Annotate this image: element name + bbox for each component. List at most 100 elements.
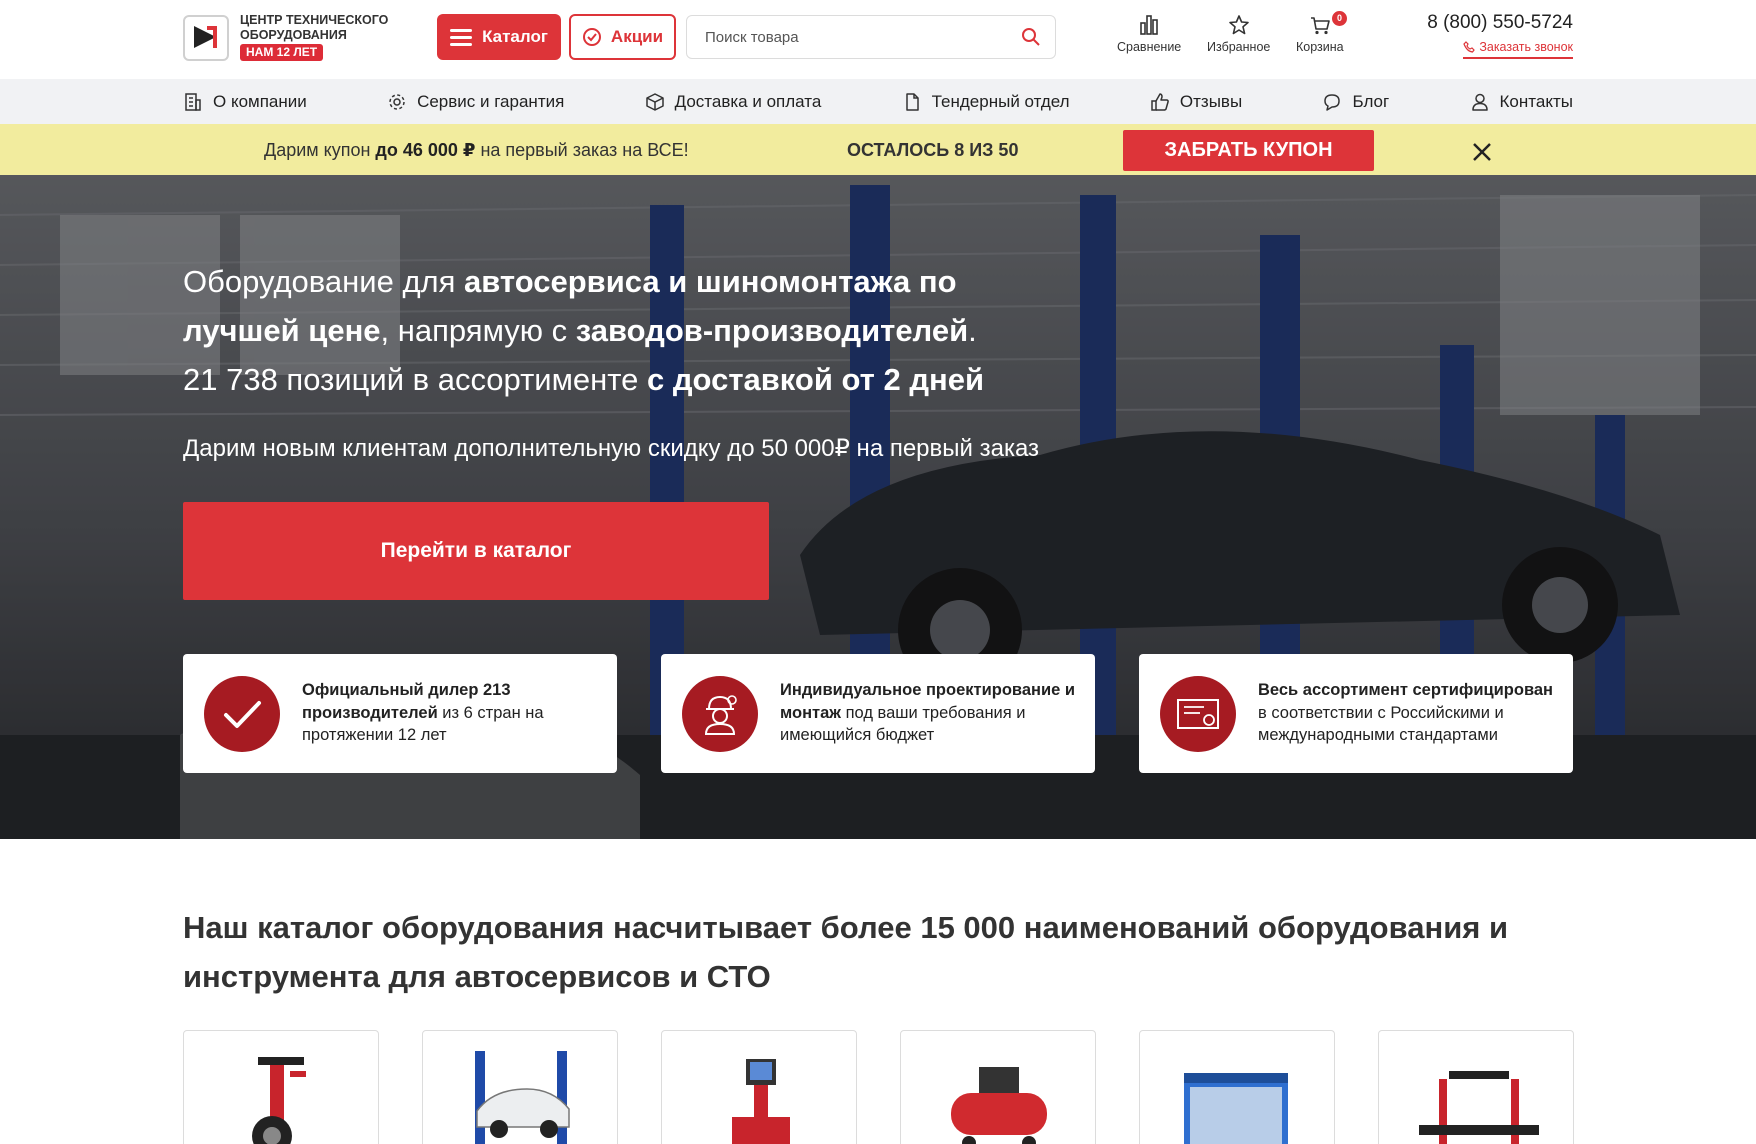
feature-card-dealer: Официальный дилер 213 производителей из …	[183, 654, 617, 773]
logo[interactable]	[183, 15, 229, 61]
favorites-label: Избранное	[1207, 40, 1271, 54]
nav-item-label: О компании	[213, 91, 307, 111]
burger-menu-icon	[450, 29, 473, 46]
feature-text: Весь ассортимент сертифицирован в соотве…	[1258, 679, 1559, 747]
coupons-remaining: ОСТАЛОСЬ 8 ИЗ 50	[847, 140, 1019, 160]
hero-text-bold: лучшей цене	[183, 313, 381, 348]
catalog-card[interactable]	[900, 1030, 1096, 1144]
callback-label: Заказать звонок	[1479, 40, 1573, 54]
compare-label: Сравнение	[1117, 40, 1182, 54]
paint-booth-icon	[1184, 1073, 1288, 1144]
nav-item-blog[interactable]: Блог	[1322, 92, 1389, 112]
nav-item-label: Тендерный отдел	[931, 91, 1070, 111]
thumbs-up-icon	[1151, 92, 1169, 111]
feature-text: Официальный дилер 213 производителей из …	[302, 679, 603, 747]
feature-icon-circle	[1160, 676, 1236, 752]
logo-mark-icon	[194, 26, 217, 48]
feature-icon-circle	[682, 676, 758, 752]
wheel-alignment-icon	[732, 1059, 790, 1144]
hero-text: 21 738 позиций в ассортименте	[183, 362, 648, 397]
catalog-card[interactable]	[183, 1030, 379, 1144]
catalog-cards	[183, 1030, 1574, 1144]
favorites-link[interactable]: Избранное	[1207, 14, 1270, 54]
hero-line-3: 21 738 позиций в ассортименте с доставко…	[183, 355, 1083, 404]
nav-list: О компании Сервис и гарантия Доставка и …	[183, 79, 1573, 124]
years-badge: НАМ 12 ЛЕТ	[240, 44, 324, 61]
catalog-card[interactable]	[422, 1030, 618, 1144]
star-icon	[1228, 15, 1249, 35]
search-box	[686, 15, 1056, 59]
cart-count-badge: 0	[1332, 11, 1347, 26]
hero-line-1: Оборудование для автосервиса и шиномонта…	[183, 257, 1083, 306]
nav-item-label: Блог	[1352, 91, 1390, 111]
checkmark-icon	[224, 701, 261, 728]
promo-button[interactable]: Акции	[569, 14, 676, 60]
nav-item-label: Отзывы	[1179, 91, 1243, 111]
nav-item-reviews[interactable]: Отзывы	[1150, 92, 1242, 112]
cart-icon	[1310, 17, 1330, 35]
hero-text-bold: с доставкой от 2 дней	[647, 362, 985, 397]
user-icon	[1471, 93, 1488, 111]
nav-item-label: Сервис и гарантия	[417, 91, 565, 111]
feature-text: Индивидуальное проектирование и монтаж п…	[780, 679, 1081, 747]
go-to-catalog-button[interactable]: Перейти в каталог	[183, 502, 769, 600]
body-straightening-icon	[1419, 1071, 1539, 1144]
feature-text-normal: в соответствии с Российскими и междунаро…	[1258, 703, 1504, 745]
feature-icon-circle	[204, 676, 280, 752]
hero-text: .	[968, 313, 977, 348]
catalog-section-title: Наш каталог оборудования насчитывает бол…	[183, 910, 1509, 994]
catalog-button-label: Каталог	[482, 27, 548, 46]
hero-text-bold: автосервиса и шиномонтажа по	[464, 264, 957, 299]
engineer-icon	[704, 695, 737, 735]
catalog-card[interactable]	[1378, 1030, 1574, 1144]
catalog-card[interactable]	[661, 1030, 857, 1144]
cart-link[interactable]: 0 Корзина	[1296, 11, 1347, 54]
compare-link[interactable]: Сравнение	[1117, 14, 1181, 54]
promo-button-label: Акции	[610, 27, 664, 46]
hero-subtitle: Дарим новым клиентам дополнительную скид…	[183, 435, 1040, 462]
cart-label: Корзина	[1296, 40, 1344, 54]
logo-text: Центр технического оборудования НАМ 12 Л…	[240, 13, 388, 61]
gear-icon	[389, 93, 405, 110]
hero-text: Оборудование для	[183, 264, 465, 299]
certificate-icon	[1177, 699, 1219, 729]
get-coupon-button[interactable]: ЗАБРАТЬ КУПОН	[1123, 130, 1374, 171]
feature-card-design: Индивидуальное проектирование и монтаж п…	[661, 654, 1095, 773]
hero-line-2: лучшей цене, напрямую с заводов-производ…	[183, 306, 1083, 355]
main-nav: О компании Сервис и гарантия Доставка и …	[0, 79, 1756, 124]
nav-item-contacts[interactable]: Контакты	[1470, 92, 1573, 112]
logo-text-line2: оборудования	[240, 28, 347, 42]
compare-icon	[1140, 15, 1158, 35]
logo-text-line1: Центр технического	[240, 13, 389, 27]
catalog-button[interactable]: Каталог	[437, 14, 561, 60]
catalog-card[interactable]	[1139, 1030, 1335, 1144]
document-icon	[905, 92, 919, 111]
coupon-amount: до 46 000 ₽	[375, 140, 476, 160]
search-input[interactable]	[687, 16, 1007, 58]
compressor-icon	[951, 1067, 1047, 1144]
box-icon	[645, 92, 664, 111]
coupon-text: Дарим купон до 46 000 ₽ на первый заказ …	[264, 140, 689, 161]
callback-link[interactable]: Заказать звонок	[1463, 40, 1573, 59]
nav-item-about[interactable]: О компании	[183, 92, 307, 112]
phone-icon	[1463, 41, 1476, 53]
hero-title: Оборудование для автосервиса и шиномонта…	[183, 257, 1083, 404]
hero-text-bold: заводов-производителей	[575, 313, 969, 348]
nav-item-delivery[interactable]: Доставка и оплата	[645, 92, 821, 112]
car-lift-icon	[475, 1051, 570, 1144]
nav-item-tender[interactable]: Тендерный отдел	[902, 92, 1070, 112]
coupon-text-after: на первый заказ на ВСЕ!	[475, 140, 689, 160]
nav-item-label: Контакты	[1499, 91, 1573, 111]
feature-text-bold: Весь ассортимент сертифицирован	[1258, 681, 1554, 699]
site-header: Центр технического оборудования НАМ 12 Л…	[0, 0, 1756, 79]
hero-section: Оборудование для автосервиса и шиномонта…	[0, 175, 1756, 839]
feature-card-certified: Весь ассортимент сертифицирован в соотве…	[1139, 654, 1573, 773]
building-icon	[185, 92, 201, 111]
search-icon[interactable]	[1021, 27, 1041, 47]
nav-item-service[interactable]: Сервис и гарантия	[387, 92, 564, 112]
close-icon[interactable]	[1470, 140, 1494, 164]
phone-number[interactable]: 8 (800) 550-5724	[1427, 12, 1573, 34]
coupon-text-before: Дарим купон	[264, 140, 376, 160]
hero-text: , напрямую с	[380, 313, 576, 348]
chat-icon	[1324, 93, 1341, 111]
